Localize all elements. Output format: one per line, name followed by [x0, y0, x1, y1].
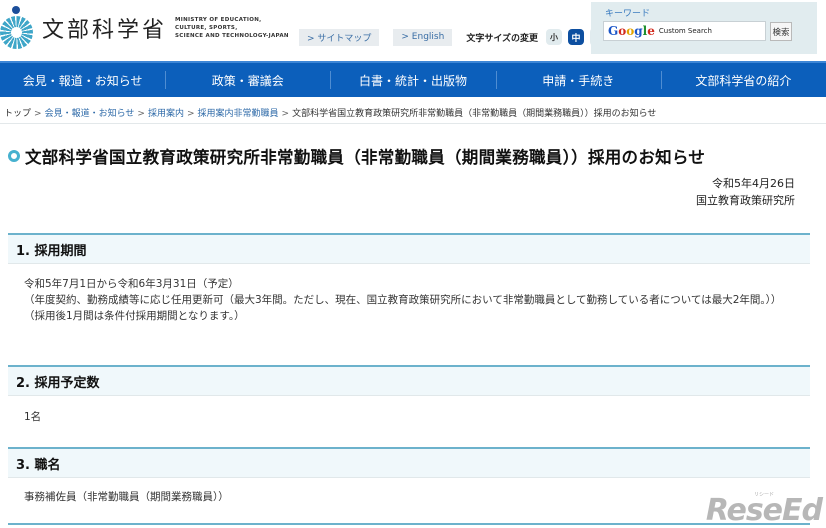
logo-english-text: MINISTRY OF EDUCATION, CULTURE, SPORTS, … [175, 17, 289, 39]
section-heading-period: 1. 採用期間 [8, 233, 810, 264]
period-dates: 令和5年7月1日から令和6年3月31日（予定） [24, 278, 239, 290]
custom-search-placeholder: Custom Search [658, 27, 712, 35]
section-heading-title: 3. 職名 [8, 447, 810, 478]
job-title: 事務補佐員（非常勤職員（期間業務職員）） [24, 491, 229, 503]
breadcrumb: トップ > 会見・報道・お知らせ > 採用案内 > 採用案内非常勤職員 > 文部科学省国立教育政… [4, 109, 657, 119]
page-title: 文部科学省国立教育政策研究所非常勤職員（非常勤職員（期間業務職員））採用のお知ら… [8, 144, 705, 168]
logo-japanese-text: 文部科学省 [42, 18, 168, 43]
search-button[interactable]: 検索 [770, 22, 792, 41]
font-size-label: 文字サイズの変更 [466, 33, 539, 44]
section-divider [8, 523, 810, 525]
breadcrumb-parttime[interactable]: 採用案内非常勤職員 [198, 109, 279, 119]
publish-date: 令和5年4月26日 [712, 177, 795, 190]
mext-emblem-icon [0, 6, 36, 50]
page-meta: 令和5年4月26日 国立教育政策研究所 [696, 175, 795, 209]
keyword-label: キーワード [605, 9, 651, 19]
section-body-period: 令和5年7月1日から令和6年3月31日（予定） （年度契約、勤務成績等に応じ任用… [24, 276, 799, 324]
nav-item-publications[interactable]: 白書・統計・出版物 [330, 63, 495, 97]
section-body-count: 1名 [24, 409, 799, 425]
breadcrumb-recruitment[interactable]: 採用案内 [148, 109, 184, 119]
mext-logo[interactable]: 文部科学省 MINISTRY OF EDUCATION, CULTURE, SP… [0, 6, 289, 50]
title-bullet-icon [8, 150, 20, 162]
hire-count: 1名 [24, 411, 42, 423]
english-link[interactable]: > English [393, 28, 453, 46]
font-size-small-button[interactable]: 小 [546, 29, 563, 45]
site-header: 文部科学省 MINISTRY OF EDUCATION, CULTURE, SP… [0, 0, 826, 60]
period-renewal-note: （年度契約、勤務成績等に応じ任用更新可（最大3年間。ただし、現在、国立教育政策研… [24, 294, 782, 306]
search-panel: キーワード Google Custom Search 検索 [591, 2, 817, 54]
breadcrumb-current: 文部科学省国立教育政策研究所非常勤職員（非常勤職員（期間業務職員））採用のお知ら… [292, 109, 657, 119]
global-nav: 会見・報道・お知らせ 政策・審議会 白書・統計・出版物 申請・手続き 文部科学省… [0, 61, 826, 97]
breadcrumb-press[interactable]: 会見・報道・お知らせ [45, 109, 135, 119]
nav-item-applications[interactable]: 申請・手続き [495, 63, 661, 97]
section-body-title: 事務補佐員（非常勤職員（期間業務職員）） [24, 489, 799, 505]
period-probation-note: （採用後1月間は条件付採用期間となります。） [24, 310, 245, 322]
reseed-watermark-logo: ReseEd [705, 493, 823, 528]
breadcrumb-divider [0, 123, 826, 124]
sitemap-link[interactable]: > サイトマップ [299, 28, 380, 46]
google-logo-icon: Google [608, 24, 655, 38]
search-input[interactable]: Google Custom Search [603, 21, 766, 41]
utility-links: > サイトマップ > English 文字サイズの変更 小 中 大 [299, 28, 614, 46]
page-title-text: 文部科学省国立教育政策研究所非常勤職員（非常勤職員（期間業務職員））採用のお知ら… [25, 148, 706, 167]
nav-item-press[interactable]: 会見・報道・お知らせ [0, 63, 165, 97]
section-heading-count: 2. 採用予定数 [8, 365, 810, 396]
breadcrumb-top[interactable]: トップ [4, 109, 31, 119]
nav-item-about[interactable]: 文部科学省の紹介 [660, 63, 826, 97]
font-size-medium-button[interactable]: 中 [568, 29, 585, 45]
organization-name: 国立教育政策研究所 [696, 194, 795, 207]
nav-item-policy[interactable]: 政策・審議会 [165, 63, 330, 97]
